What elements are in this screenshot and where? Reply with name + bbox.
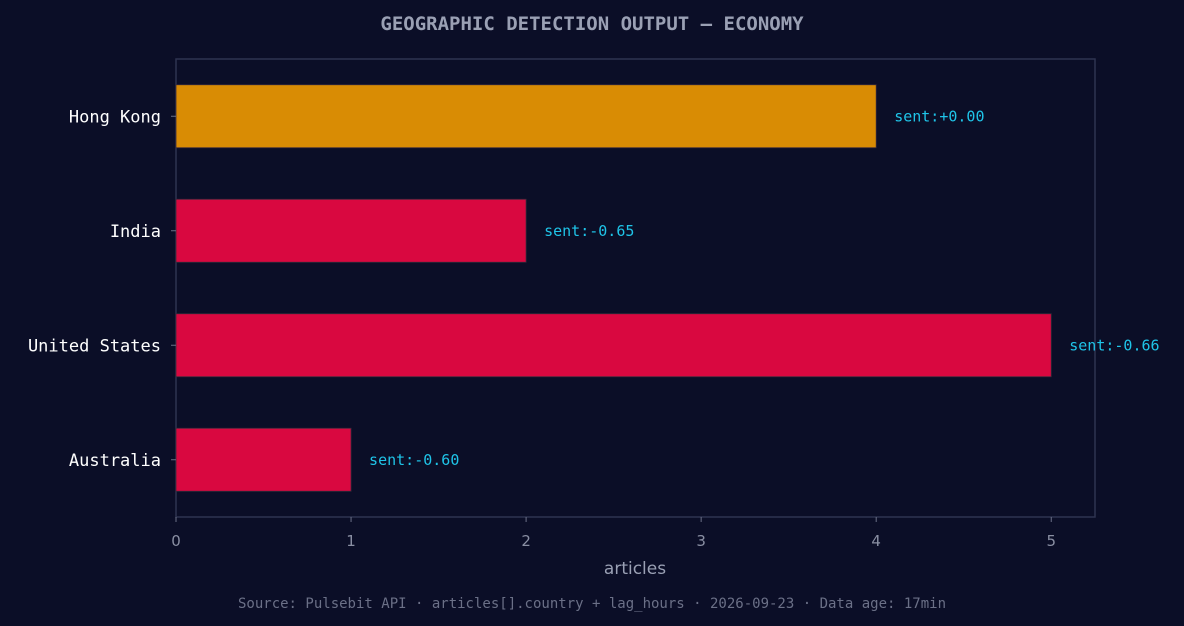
y-axis: Hong Kong India United States Australia bbox=[28, 107, 176, 471]
bar-chart: GEOGRAPHIC DETECTION OUTPUT — ECONOMY se… bbox=[28, 13, 1160, 612]
bar bbox=[175, 313, 1052, 378]
x-tick-label: 5 bbox=[1046, 532, 1056, 550]
x-tick-label: 4 bbox=[871, 532, 881, 550]
y-tick-label: Australia bbox=[69, 451, 161, 471]
bar bbox=[175, 84, 877, 149]
bar bbox=[175, 198, 527, 263]
data-label: sent:-0.65 bbox=[544, 222, 634, 240]
x-tick-label: 0 bbox=[171, 532, 181, 550]
bars-group: sent:+0.00 sent:-0.65 sent:-0.66 sent:-0.60 bbox=[175, 84, 1160, 492]
x-axis-label: articles bbox=[604, 559, 666, 579]
x-tick-label: 2 bbox=[521, 532, 531, 550]
y-tick-label: United States bbox=[28, 336, 161, 356]
chart-title: GEOGRAPHIC DETECTION OUTPUT — ECONOMY bbox=[380, 13, 804, 35]
x-axis: 0 1 2 3 4 5 bbox=[171, 517, 1056, 550]
source-footer: Source: Pulsebit API · articles[].countr… bbox=[238, 596, 946, 612]
x-tick-label: 3 bbox=[696, 532, 706, 550]
data-label: sent:+0.00 bbox=[894, 107, 984, 125]
y-tick-label: India bbox=[110, 222, 161, 242]
y-tick-label: Hong Kong bbox=[69, 107, 161, 127]
data-label: sent:-0.60 bbox=[369, 451, 459, 469]
data-label: sent:-0.66 bbox=[1069, 336, 1159, 354]
x-tick-label: 1 bbox=[346, 532, 356, 550]
bar bbox=[175, 427, 352, 492]
